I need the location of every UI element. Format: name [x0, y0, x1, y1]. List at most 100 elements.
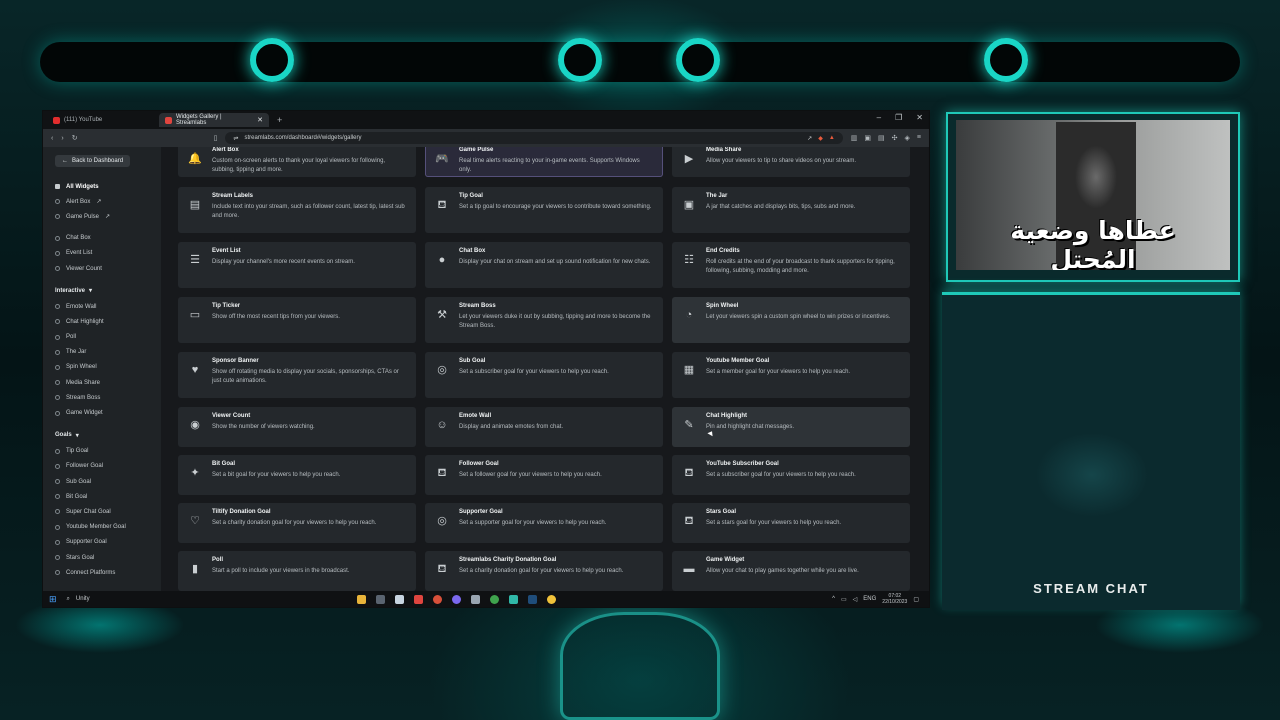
- widget-card-bit-goal[interactable]: ✦ Bit Goal Set a bit goal for your viewers…: [178, 455, 416, 495]
- sidebar-item-game-widget[interactable]: Game Widget: [55, 405, 161, 420]
- clock[interactable]: 07:02 22/10/2023: [882, 593, 907, 605]
- sidebar-section-interactive[interactable]: Interactive ▾: [55, 282, 161, 299]
- sidebar-item-media-share[interactable]: Media Share: [55, 375, 161, 390]
- extension-icon[interactable]: ▣: [864, 134, 871, 142]
- widget-card-game-pulse[interactable]: 🎮 Game Pulse Real time alerts reacting to …: [425, 147, 663, 177]
- sidebar-item-sub-goal[interactable]: Sub Goal: [55, 474, 161, 489]
- sidebar-item-super-chat-goal[interactable]: Super Chat Goal: [55, 504, 161, 519]
- widget-card-stream-boss[interactable]: ⚒ Stream Boss Let your viewers duke it out…: [425, 297, 663, 343]
- widget-card-event-list[interactable]: ☰ Event List Display your channel's more r…: [178, 242, 416, 288]
- widget-card-text: Bit Goal Set a bit goal for your viewers …: [212, 461, 340, 489]
- sidebar-section-goals[interactable]: Goals ▾: [55, 427, 161, 444]
- brave-rewards-icon[interactable]: ▲: [829, 135, 835, 141]
- sidebar-item-viewer-count[interactable]: Viewer Count: [55, 261, 161, 276]
- brave-icon[interactable]: [413, 594, 423, 604]
- tab-youtube[interactable]: (111) YouTube: [47, 113, 157, 127]
- menu-icon[interactable]: ≡: [917, 134, 921, 142]
- sidebar-item-follower-goal[interactable]: Follower Goal: [55, 459, 161, 474]
- tab-streamlabs[interactable]: Widgets Gallery | Streamlabs ✕: [159, 113, 269, 127]
- hammer-icon: ⚒: [437, 309, 447, 321]
- sidebar-item-chat-highlight[interactable]: Chat Highlight: [55, 314, 161, 329]
- volume-icon[interactable]: ◁: [853, 596, 858, 603]
- sidebar-item-tip-goal[interactable]: Tip Goal: [55, 444, 161, 459]
- sidebar-item-youtube-member-goal[interactable]: Youtube Member Goal: [55, 520, 161, 535]
- network-icon[interactable]: ▭: [841, 596, 847, 603]
- restore-icon[interactable]: ❐: [895, 113, 902, 122]
- sidebar-item-poll[interactable]: Poll: [55, 330, 161, 345]
- widget-card-stream-labels[interactable]: ▤ Stream Labels Include text into your str…: [178, 187, 416, 233]
- sidebar-item-emote-wall[interactable]: Emote Wall: [55, 299, 161, 314]
- widget-card-stars-goal[interactable]: ⛾ Stars Goal Set a stars goal for your vie…: [672, 503, 910, 543]
- sidebar-item-all-widgets[interactable]: All Widgets: [55, 179, 161, 194]
- xbox-icon[interactable]: [489, 594, 499, 604]
- widget-card-tip-goal[interactable]: ⛾ Tip Goal Set a tip goal to encourage you…: [425, 187, 663, 233]
- widget-card-streamlabs-charity-donation-goal[interactable]: ⛾ Streamlabs Charity Donation Goal Set a c…: [425, 551, 663, 591]
- store-icon[interactable]: [394, 594, 404, 604]
- widget-card-game-widget[interactable]: ▬ Game Widget Allow your chat to play game…: [672, 551, 910, 591]
- minimize-icon[interactable]: –: [877, 113, 881, 122]
- taskview-icon[interactable]: [375, 594, 385, 604]
- taskbar-search[interactable]: ⌕ Unity: [67, 596, 347, 603]
- windows-start-icon[interactable]: ⊞: [49, 594, 57, 605]
- wallet-icon[interactable]: ▤: [878, 134, 885, 142]
- widget-card-youtube-member-goal[interactable]: ▦ Youtube Member Goal Set a member goal fo…: [672, 352, 910, 398]
- new-tab-button[interactable]: +: [271, 115, 288, 125]
- steam-icon[interactable]: [527, 594, 537, 604]
- vpn-icon[interactable]: ◈: [905, 134, 910, 142]
- widget-card-spin-wheel[interactable]: ◔ Spin Wheel Let your viewers spin a custo…: [672, 297, 910, 343]
- sidebar-item-game-pulse[interactable]: Game Pulse ↗: [55, 209, 161, 224]
- settings-icon[interactable]: [470, 594, 480, 604]
- notification-icon[interactable]: ▢: [913, 596, 919, 603]
- tray-chevron-icon[interactable]: ^: [832, 596, 835, 602]
- widget-card-media-share[interactable]: ▶ Media Share Allow your viewers to tip to…: [672, 147, 910, 177]
- streamlabs-icon[interactable]: [508, 594, 518, 604]
- discord-icon[interactable]: [451, 594, 461, 604]
- back-arrow-icon[interactable]: ‹: [51, 135, 53, 142]
- jar-icon: ▣: [683, 199, 695, 211]
- widget-description: Show the number of viewers watching.: [212, 424, 315, 430]
- widget-card-tiltify-donation-goal[interactable]: ♡ Tiltify Donation Goal Set a charity dona…: [178, 503, 416, 543]
- widget-card-supporter-goal[interactable]: ◎ Supporter Goal Set a supporter goal for …: [425, 503, 663, 543]
- share-icon[interactable]: ↗: [807, 135, 812, 142]
- widget-card-viewer-count[interactable]: ◉ Viewer Count Show the number of viewers …: [178, 407, 416, 447]
- widget-card-chat-box[interactable]: ● Chat Box Display your chat on stream and…: [425, 242, 663, 288]
- widget-card-sub-goal[interactable]: ◎ Sub Goal Set a subscriber goal for your …: [425, 352, 663, 398]
- back-to-dashboard-button[interactable]: ← Back to Dashboard: [55, 155, 131, 167]
- sidebar-item-stars-goal[interactable]: Stars Goal: [55, 550, 161, 565]
- obs-icon[interactable]: [432, 594, 442, 604]
- sidebar-item-alert-box[interactable]: Alert Box ↗: [55, 194, 161, 209]
- sidebar-item-connect-platforms[interactable]: Connect Platforms: [55, 565, 161, 580]
- chrome-icon[interactable]: [546, 594, 556, 604]
- widget-card-follower-goal[interactable]: ⛾ Follower Goal Set a follower goal for yo…: [425, 455, 663, 495]
- widget-title: Supporter Goal: [459, 509, 503, 515]
- widget-card-sponsor-banner[interactable]: ♥ Sponsor Banner Show off rotating media t…: [178, 352, 416, 398]
- sidebar-item-the-jar[interactable]: The Jar: [55, 345, 161, 360]
- widget-card-chat-highlight[interactable]: ✎ Chat Highlight Pin and highlight chat me…: [672, 407, 910, 447]
- widget-card-poll[interactable]: ▮ Poll Start a poll to include your viewer…: [178, 551, 416, 591]
- site-info-icon[interactable]: ⇌: [233, 135, 238, 142]
- sidebar-toggle-icon[interactable]: ▥: [851, 134, 858, 142]
- widget-card-emote-wall[interactable]: ☺ Emote Wall Display and animate emotes fr…: [425, 407, 663, 447]
- file-explorer-icon[interactable]: [356, 594, 366, 604]
- forward-arrow-icon[interactable]: ›: [61, 135, 63, 142]
- sidebar-item-stream-boss[interactable]: Stream Boss: [55, 390, 161, 405]
- url-field[interactable]: ⇌ streamlabs.com/dashboard#/widgets/gall…: [225, 132, 843, 144]
- bookmark-icon[interactable]: ▯: [214, 134, 218, 142]
- widget-card-end-credits[interactable]: ☷ End Credits Roll credits at the end of y…: [672, 242, 910, 288]
- close-window-icon[interactable]: ✕: [916, 113, 923, 122]
- widget-card-youtube-subscriber-goal[interactable]: ⛾ YouTube Subscriber Goal Set a subscriber…: [672, 455, 910, 495]
- sidebar-item-spin-wheel[interactable]: Spin Wheel: [55, 360, 161, 375]
- sidebar-item-chat-box[interactable]: Chat Box: [55, 231, 161, 246]
- widget-card-tip-ticker[interactable]: ▭ Tip Ticker Show off the most recent tips…: [178, 297, 416, 343]
- reload-icon[interactable]: ↻: [72, 134, 78, 142]
- sidebar-item-bit-goal[interactable]: Bit Goal: [55, 489, 161, 504]
- close-tab-icon[interactable]: ✕: [257, 116, 263, 124]
- sidebar-item-event-list[interactable]: Event List: [55, 246, 161, 261]
- widget-card-the-jar[interactable]: ▣ The Jar A jar that catches and displays …: [672, 187, 910, 233]
- follower-icon: ⛾: [437, 467, 447, 479]
- brave-shield-icon[interactable]: ◆: [818, 135, 823, 142]
- puzzle-icon[interactable]: ✣: [892, 134, 898, 142]
- language-indicator[interactable]: ENG: [863, 596, 876, 602]
- sidebar-item-supporter-goal[interactable]: Supporter Goal: [55, 535, 161, 550]
- widget-card-alert-box[interactable]: 🔔 Alert Box Custom on-screen alerts to tha…: [178, 147, 416, 177]
